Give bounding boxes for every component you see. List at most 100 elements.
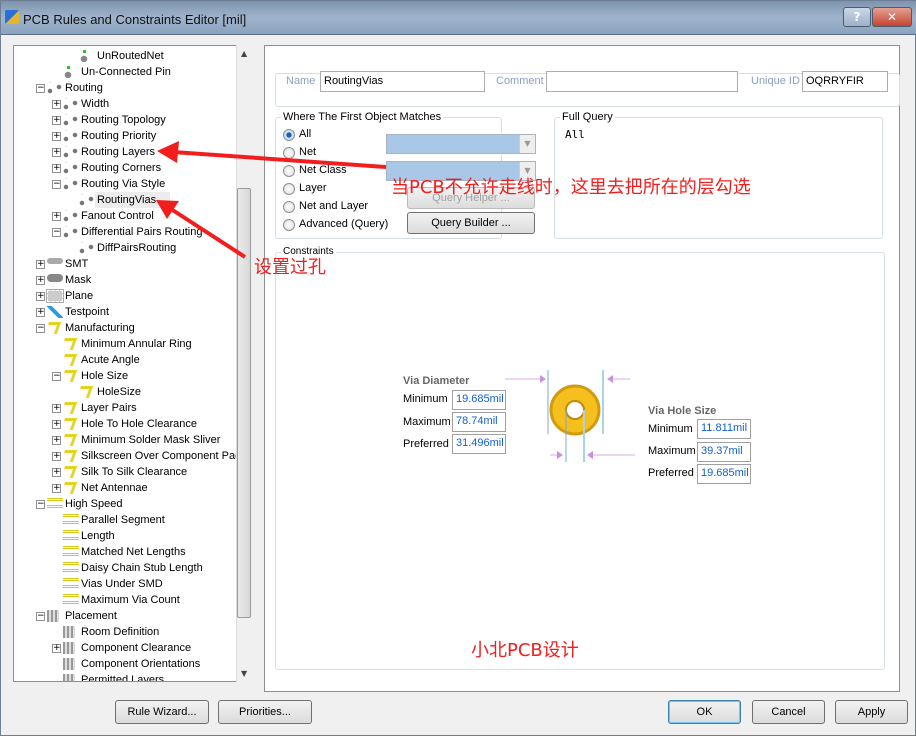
rule-wizard-button[interactable]: Rule Wizard... bbox=[115, 700, 209, 724]
tree-item[interactable]: Routing bbox=[63, 80, 117, 96]
expand-icon[interactable]: + bbox=[52, 644, 61, 653]
close-button[interactable]: ✕ bbox=[872, 7, 912, 27]
expand-icon[interactable]: + bbox=[52, 148, 61, 157]
expand-icon[interactable]: + bbox=[52, 484, 61, 493]
scroll-up-icon[interactable]: ▲ bbox=[241, 49, 247, 58]
tree-item[interactable]: Matched Net Lengths bbox=[79, 544, 200, 560]
expand-icon[interactable]: + bbox=[52, 420, 61, 429]
routing-rule-icon bbox=[47, 82, 63, 94]
radio-label[interactable]: Net and Layer bbox=[299, 200, 368, 212]
via-hole-max-input[interactable]: 39.37mil bbox=[697, 442, 751, 462]
tree-item[interactable]: Vias Under SMD bbox=[79, 576, 177, 592]
radio-net-class[interactable] bbox=[283, 165, 295, 177]
expand-icon[interactable]: + bbox=[52, 100, 61, 109]
tree-item[interactable]: Placement bbox=[63, 608, 131, 624]
tree-item[interactable]: Differential Pairs Routing bbox=[79, 224, 216, 240]
rule-panel: Name RoutingVias Comment Unique ID OQRRY… bbox=[264, 45, 900, 692]
full-query-text: All bbox=[565, 128, 585, 141]
radio-label[interactable]: Net Class bbox=[299, 164, 347, 176]
radio-label[interactable]: Advanced (Query) bbox=[299, 218, 388, 230]
expand-icon[interactable]: + bbox=[52, 132, 61, 141]
expand-icon[interactable]: + bbox=[52, 468, 61, 477]
collapse-icon[interactable]: − bbox=[36, 500, 45, 509]
radio-advanced-query[interactable] bbox=[283, 219, 295, 231]
tree-item[interactable]: Layer Pairs bbox=[79, 400, 151, 416]
comment-input[interactable] bbox=[546, 71, 738, 92]
tree-item[interactable]: Room Definition bbox=[79, 624, 173, 640]
apply-button[interactable]: Apply bbox=[835, 700, 908, 724]
tree-item[interactable]: Component Clearance bbox=[79, 640, 205, 656]
tree-item[interactable]: Hole To Hole Clearance bbox=[79, 416, 211, 432]
tree-item[interactable]: Width bbox=[79, 96, 123, 112]
tree-item[interactable]: Routing Topology bbox=[79, 112, 180, 128]
unique-id-input[interactable]: OQRRYFIR bbox=[802, 71, 888, 92]
collapse-icon[interactable]: − bbox=[36, 84, 45, 93]
tree-item[interactable]: Net Antennae bbox=[79, 480, 162, 496]
tree-item[interactable]: UnRoutedNet bbox=[95, 48, 178, 64]
tree-item[interactable]: Permitted Layers bbox=[79, 672, 178, 681]
expand-icon[interactable]: + bbox=[52, 452, 61, 461]
ok-button[interactable]: OK bbox=[668, 700, 741, 724]
tree-item[interactable]: RoutingVias bbox=[95, 192, 171, 208]
tree-item[interactable]: SMT bbox=[63, 256, 102, 272]
expand-icon[interactable]: + bbox=[52, 212, 61, 221]
expand-icon[interactable]: + bbox=[36, 292, 45, 301]
net-select[interactable]: ▼ bbox=[386, 134, 536, 154]
name-input[interactable]: RoutingVias bbox=[320, 71, 485, 92]
tree-item[interactable]: Routing Corners bbox=[79, 160, 175, 176]
scroll-thumb[interactable] bbox=[237, 188, 251, 618]
tree-item[interactable]: Silk To Silk Clearance bbox=[79, 464, 201, 480]
expand-icon[interactable]: + bbox=[52, 404, 61, 413]
collapse-icon[interactable]: − bbox=[36, 324, 45, 333]
radio-label[interactable]: Layer bbox=[299, 182, 327, 194]
via-hole-pref-input[interactable]: 19.685mil bbox=[697, 464, 751, 484]
collapse-icon[interactable]: − bbox=[52, 180, 61, 189]
tree-item[interactable]: Mask bbox=[63, 272, 105, 288]
expand-icon[interactable]: + bbox=[36, 260, 45, 269]
expand-icon[interactable]: + bbox=[36, 276, 45, 285]
tree-item[interactable]: DiffPairsRouting bbox=[95, 240, 190, 256]
tree-item[interactable]: Parallel Segment bbox=[79, 512, 179, 528]
tree-item[interactable]: High Speed bbox=[63, 496, 137, 512]
tree-item[interactable]: Minimum Annular Ring bbox=[79, 336, 206, 352]
radio-layer[interactable] bbox=[283, 183, 295, 195]
collapse-icon[interactable]: − bbox=[52, 228, 61, 237]
collapse-icon[interactable]: − bbox=[52, 372, 61, 381]
cancel-button[interactable]: Cancel bbox=[752, 700, 825, 724]
expand-icon[interactable]: + bbox=[52, 116, 61, 125]
tree-item[interactable]: Component Orientations bbox=[79, 656, 214, 672]
tree-item[interactable]: Daisy Chain Stub Length bbox=[79, 560, 217, 576]
tree-item[interactable]: Hole Size bbox=[79, 368, 142, 384]
tree-item[interactable]: Fanout Control bbox=[79, 208, 168, 224]
via-hole-min-input[interactable]: 11.811mil bbox=[697, 419, 751, 439]
tree-item[interactable]: Routing Priority bbox=[79, 128, 170, 144]
help-button[interactable]: ? bbox=[843, 7, 871, 27]
radio-label[interactable]: All bbox=[299, 128, 311, 140]
collapse-icon[interactable]: − bbox=[36, 612, 45, 621]
tree-item[interactable]: Routing Layers bbox=[79, 144, 169, 160]
expand-icon[interactable]: + bbox=[52, 436, 61, 445]
radio-label[interactable]: Net bbox=[299, 146, 316, 158]
tree-item[interactable]: Length bbox=[79, 528, 129, 544]
tree-item[interactable]: Minimum Solder Mask Sliver bbox=[79, 432, 234, 448]
priorities-button[interactable]: Priorities... bbox=[218, 700, 312, 724]
tree-item[interactable]: Un-Connected Pin bbox=[79, 64, 185, 80]
tree-item[interactable]: Routing Via Style bbox=[79, 176, 179, 192]
tree-item[interactable]: Manufacturing bbox=[63, 320, 149, 336]
radio-net[interactable] bbox=[283, 147, 295, 159]
expand-icon[interactable]: + bbox=[36, 308, 45, 317]
tree-item[interactable]: Plane bbox=[63, 288, 107, 304]
place-rule-icon bbox=[63, 674, 75, 681]
radio-all[interactable] bbox=[283, 129, 295, 141]
tree-item[interactable]: Silkscreen Over Component Pad bbox=[79, 448, 251, 464]
tree-item[interactable]: Testpoint bbox=[63, 304, 123, 320]
mfg-rule-icon bbox=[44, 322, 62, 334]
expand-icon[interactable]: + bbox=[52, 164, 61, 173]
radio-net-and-layer[interactable] bbox=[283, 201, 295, 213]
watermark-text: 小北PCB设计 bbox=[471, 640, 579, 661]
query-builder-button[interactable]: Query Builder ... bbox=[407, 212, 535, 234]
tree-item[interactable]: Maximum Via Count bbox=[79, 592, 194, 608]
tree-item[interactable]: HoleSize bbox=[95, 384, 155, 400]
tree-item[interactable]: Acute Angle bbox=[79, 352, 154, 368]
scroll-down-icon[interactable]: ▼ bbox=[241, 669, 247, 678]
